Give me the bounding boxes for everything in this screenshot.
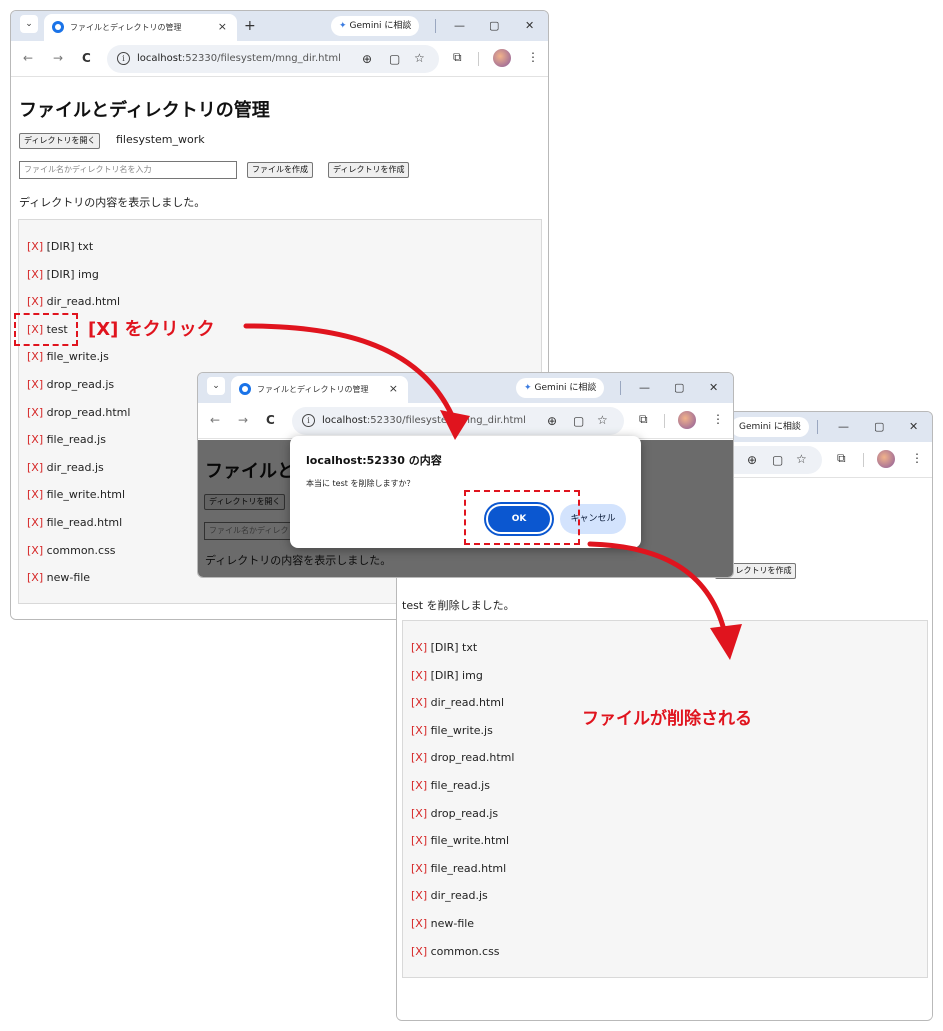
arrow-to-dialog-head bbox=[440, 410, 470, 440]
arrow-to-dialog bbox=[243, 323, 457, 423]
arrow-to-result-head bbox=[710, 624, 742, 660]
annotation-arrows bbox=[243, 323, 742, 660]
arrow-to-result bbox=[587, 541, 727, 633]
